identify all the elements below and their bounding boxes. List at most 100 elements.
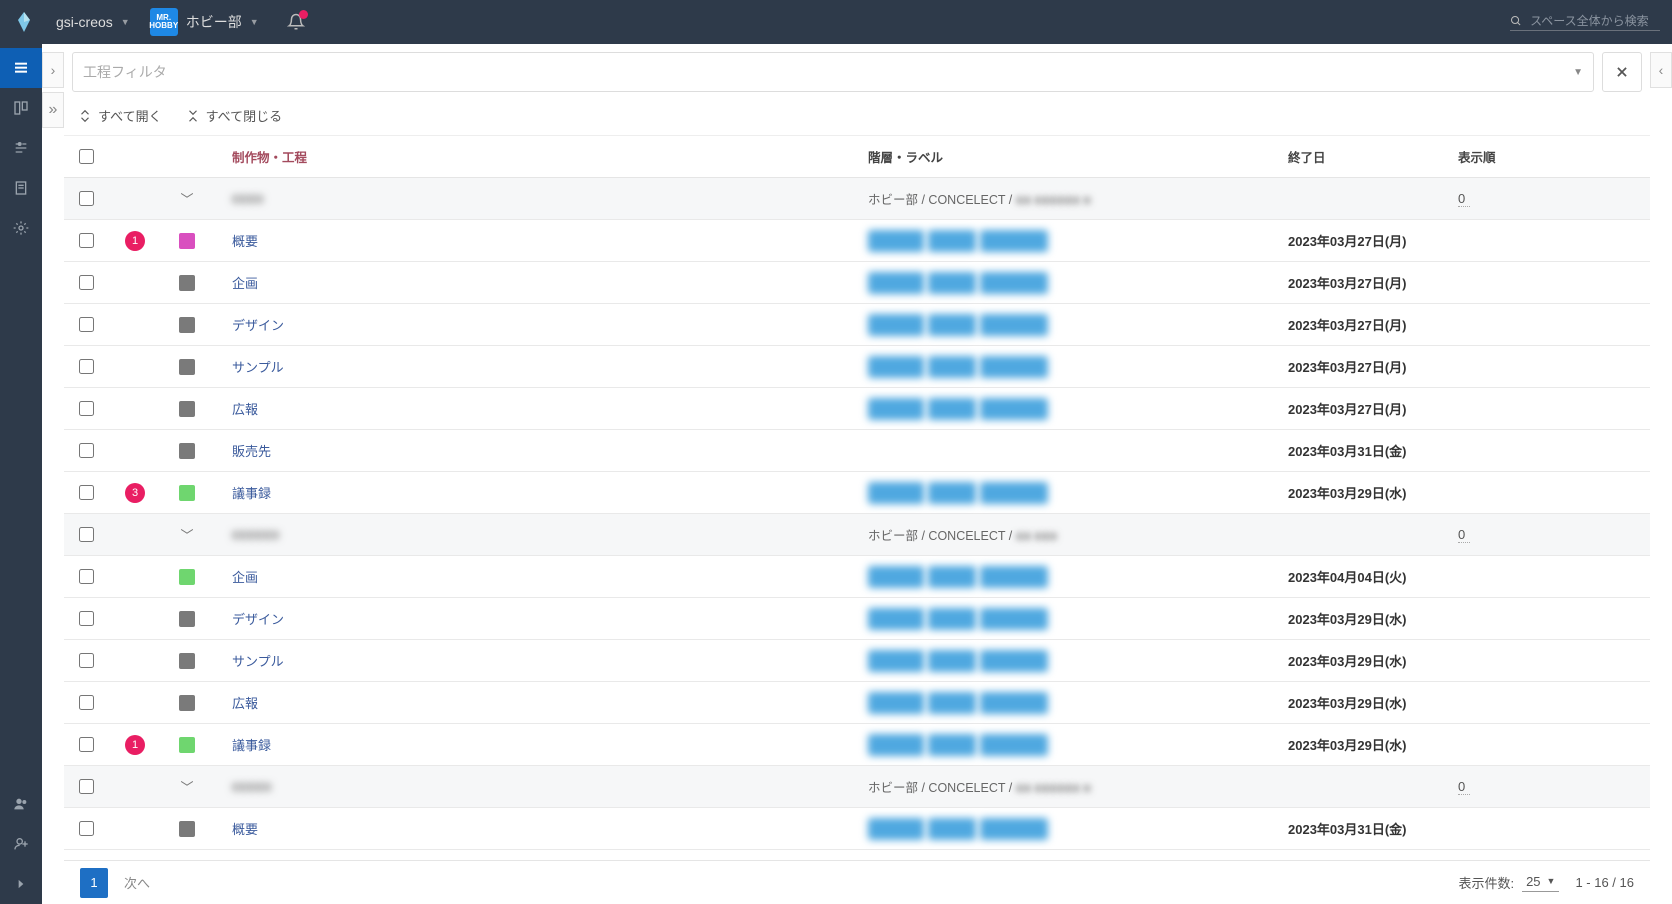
- perpage-select[interactable]: 25 ▼: [1522, 874, 1559, 892]
- process-link[interactable]: 企画: [232, 276, 258, 291]
- display-order[interactable]: 0: [1458, 779, 1470, 795]
- expand-all-button[interactable]: すべて開く: [78, 106, 162, 125]
- panel-toggle-left[interactable]: ›: [42, 52, 64, 88]
- row-checkbox[interactable]: [79, 611, 94, 626]
- color-swatch: [179, 443, 195, 459]
- next-page-link[interactable]: 次へ: [124, 873, 150, 892]
- clear-filter-button[interactable]: [1602, 52, 1642, 92]
- col-end-date[interactable]: 終了日: [1288, 147, 1458, 166]
- sidebar-item-collapse[interactable]: [0, 864, 42, 904]
- space-badge: MR.HOBBY: [150, 8, 178, 36]
- chevron-down-icon[interactable]: ﹀: [162, 777, 212, 796]
- global-search[interactable]: [1510, 14, 1660, 31]
- group-row[interactable]: ﹀■■■■■ホビー部 / CONCELECT / ■■ ■■■■■■ ■0: [64, 766, 1650, 808]
- process-link[interactable]: 概要: [232, 234, 258, 249]
- color-swatch: [179, 485, 195, 501]
- row-checkbox[interactable]: [79, 359, 94, 374]
- table-row[interactable]: 販売先 2023年03月31日(金): [64, 430, 1650, 472]
- sidebar-item-board[interactable]: [0, 88, 42, 128]
- chevron-down-icon[interactable]: ﹀: [162, 525, 212, 544]
- group-row[interactable]: ﹀■■■■■■ホビー部 / CONCELECT / ■■ ■■■0: [64, 514, 1650, 556]
- close-icon: [1615, 65, 1629, 79]
- display-order[interactable]: 0: [1458, 191, 1470, 207]
- col-order[interactable]: 表示順: [1458, 147, 1638, 166]
- label-tag: [980, 482, 1048, 504]
- process-filter-input[interactable]: [83, 64, 1565, 80]
- sidebar-item-doc[interactable]: [0, 168, 42, 208]
- label-tag: [980, 230, 1048, 252]
- sidebar-item-settings[interactable]: [0, 208, 42, 248]
- panel-toggle-right[interactable]: ‹: [1650, 52, 1672, 88]
- label-tag: [868, 818, 924, 840]
- row-checkbox[interactable]: [79, 485, 94, 500]
- panel-toggle-left-2[interactable]: »: [42, 92, 64, 128]
- process-link[interactable]: 概要: [232, 822, 258, 837]
- label-tag: [868, 356, 924, 378]
- notification-dot-icon: [299, 10, 308, 19]
- sidebar-item-list[interactable]: [0, 48, 42, 88]
- process-link[interactable]: 議事録: [232, 486, 271, 501]
- process-link[interactable]: 広報: [232, 696, 258, 711]
- color-swatch: [179, 233, 195, 249]
- label-tag: [928, 272, 976, 294]
- app-logo[interactable]: [12, 10, 36, 34]
- process-link[interactable]: デザイン: [232, 318, 284, 333]
- global-search-input[interactable]: [1530, 14, 1660, 28]
- row-checkbox[interactable]: [79, 317, 94, 332]
- process-link[interactable]: デザイン: [232, 612, 284, 627]
- sidebar-item-members[interactable]: [0, 784, 42, 824]
- table-row[interactable]: サンプル2023年03月27日(月): [64, 346, 1650, 388]
- row-checkbox[interactable]: [79, 653, 94, 668]
- table-row[interactable]: サンプル2023年03月29日(水): [64, 640, 1650, 682]
- table-row[interactable]: 1議事録2023年03月29日(水): [64, 724, 1650, 766]
- process-link[interactable]: サンプル: [232, 360, 284, 375]
- row-checkbox[interactable]: [79, 569, 94, 584]
- table-row[interactable]: 企画2023年03月27日(月): [64, 262, 1650, 304]
- space-name: ホビー部: [186, 12, 242, 32]
- process-link[interactable]: 企画: [232, 570, 258, 585]
- space-dropdown[interactable]: ホビー部 ▼: [186, 12, 259, 32]
- row-checkbox[interactable]: [79, 233, 94, 248]
- select-all-checkbox[interactable]: [79, 149, 94, 164]
- workspace-dropdown[interactable]: gsi-creos ▼: [56, 14, 130, 30]
- row-checkbox[interactable]: [79, 275, 94, 290]
- end-date: 2023年03月31日(金): [1288, 441, 1458, 460]
- chevron-down-icon[interactable]: ﹀: [162, 189, 212, 208]
- table-row[interactable]: デザイン2023年03月27日(月): [64, 304, 1650, 346]
- table-row[interactable]: デザイン2023年03月29日(水): [64, 598, 1650, 640]
- process-table[interactable]: 制作物・工程 階層・ラベル 終了日 表示順 ﹀■■■■ホビー部 / CONCEL…: [64, 135, 1650, 860]
- row-checkbox[interactable]: [79, 527, 94, 542]
- process-link[interactable]: 広報: [232, 402, 258, 417]
- table-row[interactable]: 1概要2023年03月27日(月): [64, 220, 1650, 262]
- row-checkbox[interactable]: [79, 401, 94, 416]
- sidebar-item-invite[interactable]: [0, 824, 42, 864]
- display-order[interactable]: 0: [1458, 527, 1470, 543]
- row-checkbox[interactable]: [79, 737, 94, 752]
- label-tag: [868, 482, 924, 504]
- group-row[interactable]: ﹀■■■■ホビー部 / CONCELECT / ■■ ■■■■■■ ■0: [64, 178, 1650, 220]
- notifications-button[interactable]: [287, 13, 305, 31]
- label-tag: [928, 608, 976, 630]
- process-link[interactable]: 販売先: [232, 444, 271, 459]
- table-row[interactable]: 広報2023年03月29日(水): [64, 682, 1650, 724]
- color-swatch: [179, 611, 195, 627]
- table-row[interactable]: 概要2023年03月31日(金): [64, 808, 1650, 850]
- row-checkbox[interactable]: [79, 191, 94, 206]
- process-link[interactable]: サンプル: [232, 654, 284, 669]
- row-checkbox[interactable]: [79, 779, 94, 794]
- table-row[interactable]: 広報2023年03月27日(月): [64, 388, 1650, 430]
- col-path[interactable]: 階層・ラベル: [868, 147, 1288, 166]
- row-checkbox[interactable]: [79, 695, 94, 710]
- process-link[interactable]: 議事録: [232, 738, 271, 753]
- collapse-all-button[interactable]: すべて閉じる: [186, 106, 283, 125]
- table-row[interactable]: 企画2023年04月04日(火): [64, 556, 1650, 598]
- row-checkbox[interactable]: [79, 821, 94, 836]
- process-filter[interactable]: ▼: [72, 52, 1594, 92]
- col-name[interactable]: 制作物・工程: [232, 147, 868, 166]
- sidebar-item-flow[interactable]: [0, 128, 42, 168]
- table-row[interactable]: 3議事録2023年03月29日(水): [64, 472, 1650, 514]
- color-swatch: [179, 821, 195, 837]
- row-checkbox[interactable]: [79, 443, 94, 458]
- label-tag: [980, 356, 1048, 378]
- page-1-button[interactable]: 1: [80, 868, 108, 898]
